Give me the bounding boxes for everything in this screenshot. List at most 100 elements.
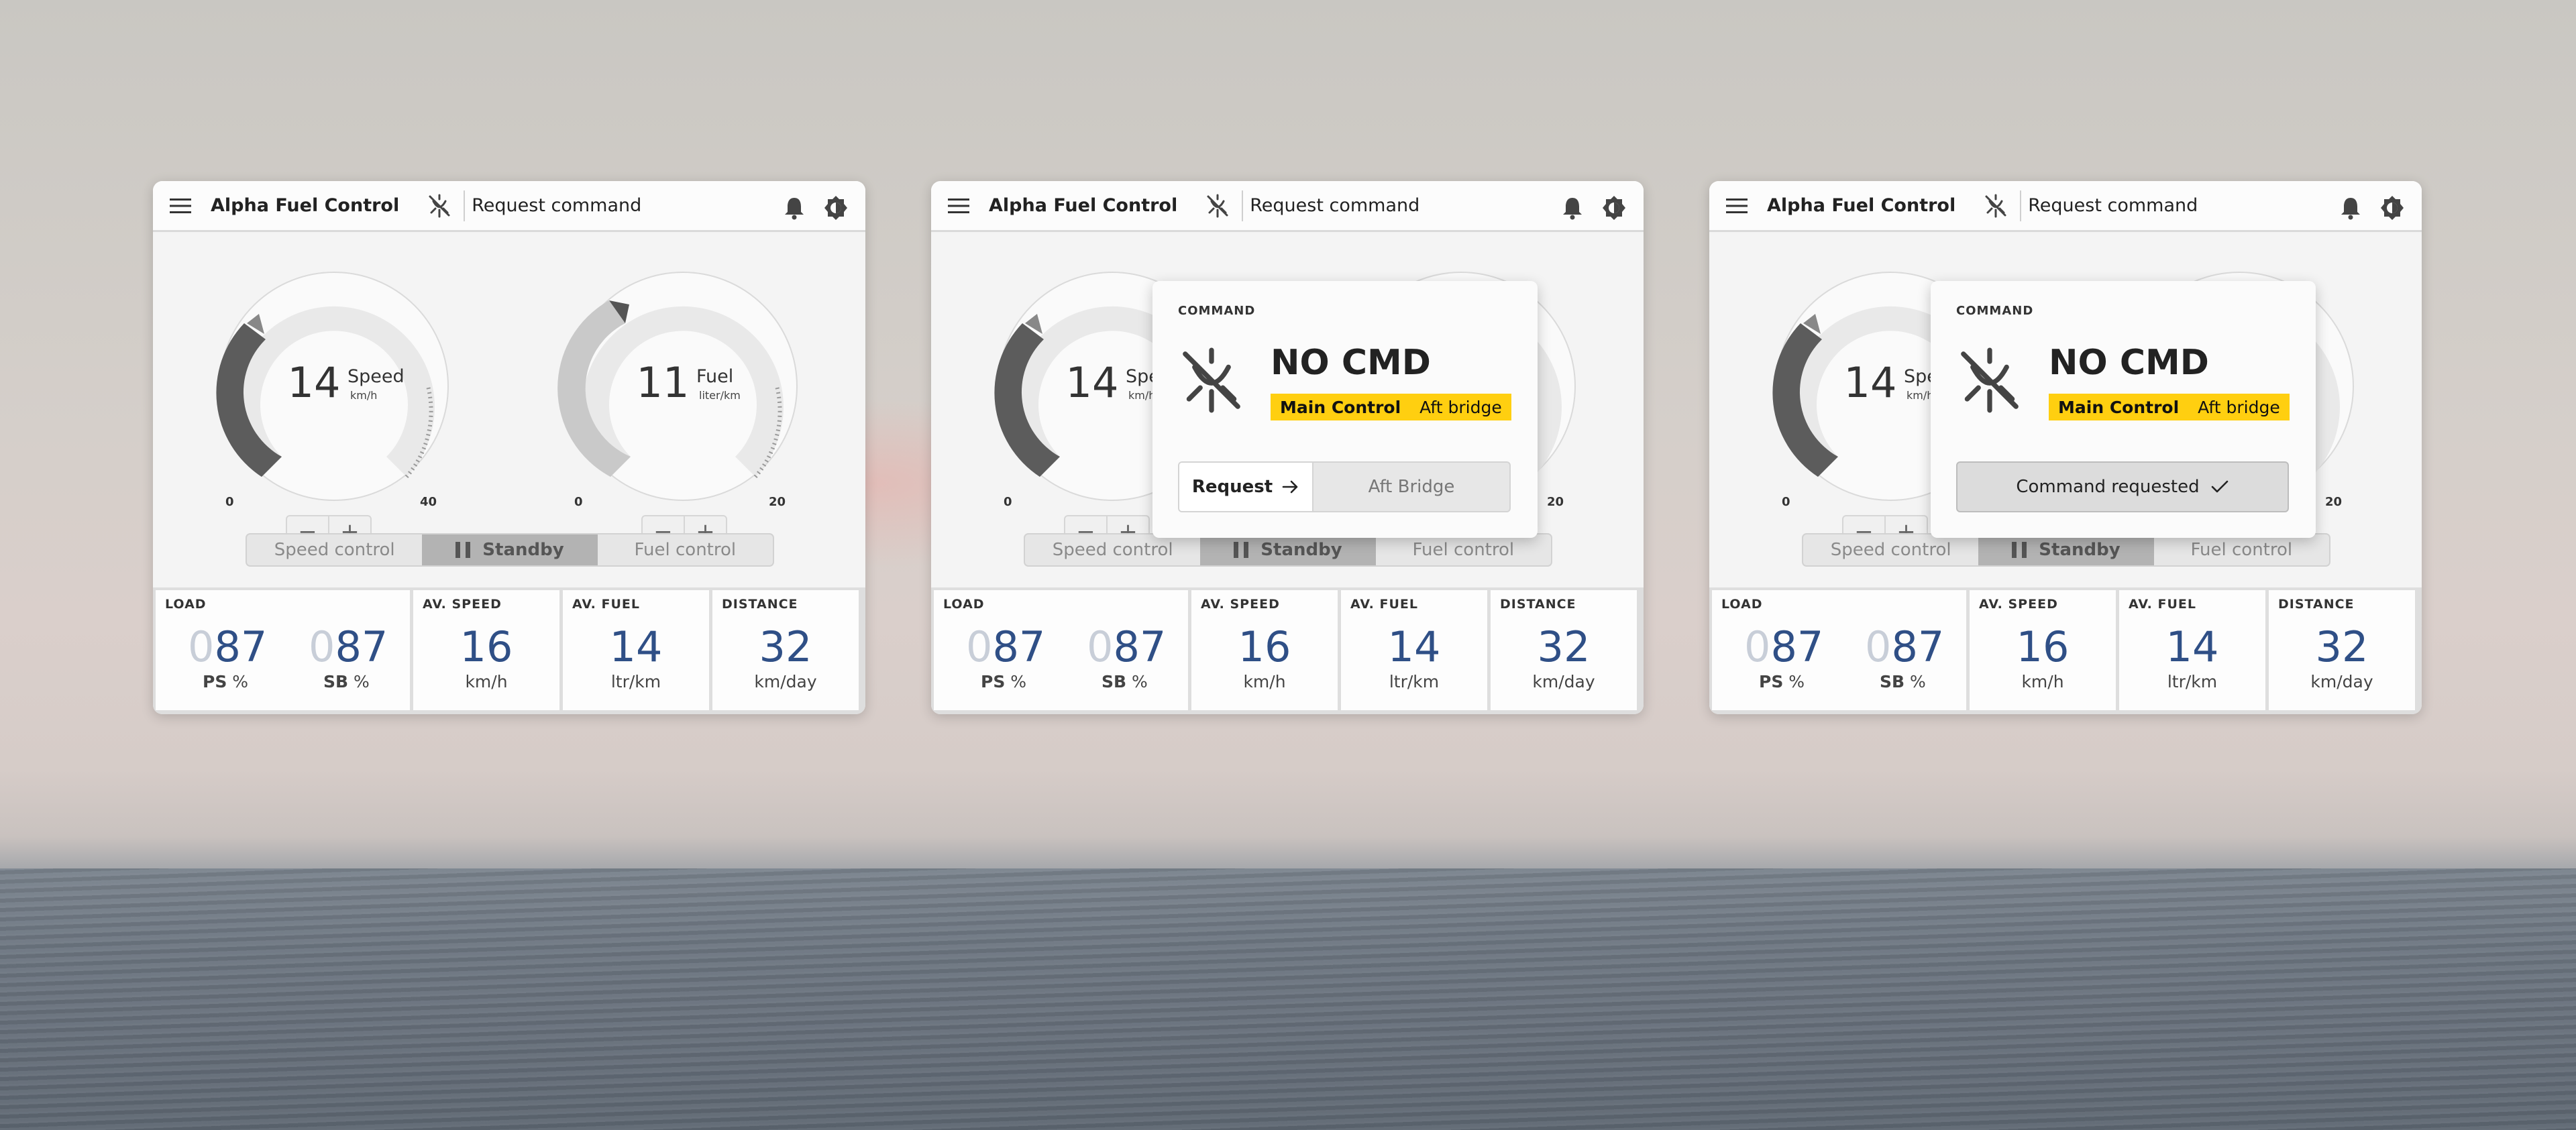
- stat-distance-label: DISTANCE: [2278, 597, 2355, 612]
- stat-av-speed-value: 16: [460, 622, 513, 671]
- request-button[interactable]: Request: [1179, 463, 1313, 511]
- mode-speed-control[interactable]: Speed control: [1803, 534, 1978, 565]
- load-ps-value: 087: [188, 622, 268, 671]
- top-bar: Alpha Fuel Control Request command: [1709, 181, 2422, 232]
- mode-selector: Speed control Standby Fuel control: [1802, 533, 2330, 567]
- mode-standby[interactable]: Standby: [422, 534, 598, 565]
- load-ps-unit: PS %: [981, 672, 1027, 691]
- request-command-link[interactable]: Request command: [472, 195, 641, 216]
- load-ps-unit: PS %: [1759, 672, 1805, 691]
- stat-av-speed-label: AV. SPEED: [1979, 597, 2058, 612]
- tag-location: Aft bridge: [1419, 397, 1502, 417]
- stat-distance-value: 32: [1537, 622, 1591, 671]
- bell-icon[interactable]: [2337, 194, 2364, 221]
- aft-bridge-option[interactable]: Aft Bridge: [1313, 463, 1509, 511]
- speed-label: Speed: [347, 366, 405, 387]
- stat-av-fuel: AV. FUEL 14 ltr/km: [1341, 590, 1487, 710]
- no-command-icon[interactable]: [1201, 190, 1234, 222]
- load-sb-unit: SB %: [1102, 672, 1148, 691]
- stat-distance-value: 32: [2315, 622, 2369, 671]
- stat-load-label: LOAD: [165, 597, 207, 612]
- load-ps-unit: PS %: [203, 672, 249, 691]
- hamburger-menu-icon[interactable]: [943, 190, 974, 221]
- checkmark-icon: [2210, 479, 2229, 494]
- mode-speed-control[interactable]: Speed control: [1025, 534, 1200, 565]
- load-ps-value: 087: [966, 622, 1046, 671]
- stats-row: LOAD 087 PS % 087 SB % AV. SPEED 16 km/h…: [931, 587, 1644, 714]
- bell-icon[interactable]: [781, 194, 808, 221]
- mode-fuel-control[interactable]: Fuel control: [598, 534, 773, 565]
- hamburger-menu-icon[interactable]: [1721, 190, 1752, 221]
- hamburger-menu-icon[interactable]: [165, 190, 196, 221]
- command-popup: COMMAND NO CMD Main Control Aft bridge R…: [1152, 281, 1538, 538]
- control-location-tag: Main Control Aft bridge: [2049, 394, 2290, 420]
- fuel-label: Fuel: [696, 366, 734, 387]
- stat-av-speed-unit: km/h: [1243, 672, 1286, 691]
- stats-row: LOAD 087 PS % 087 SB % AV. SPEED 16 km/h…: [153, 587, 865, 714]
- top-bar: Alpha Fuel Control Request command: [153, 181, 865, 232]
- main-area: 14 Speed km/h 0 − + 20 Speed control Sta…: [1709, 232, 2422, 585]
- mode-standby[interactable]: Standby: [1200, 534, 1376, 565]
- speed-min: 0: [1004, 495, 1012, 509]
- tag-main-control: Main Control: [2058, 397, 2180, 417]
- mode-fuel-control[interactable]: Fuel control: [2154, 534, 2329, 565]
- speed-value: 14: [287, 358, 341, 407]
- stat-av-fuel-label: AV. FUEL: [1350, 597, 1418, 612]
- fuel-value: 11: [636, 358, 690, 407]
- command-requested-label: Command requested: [2016, 477, 2200, 497]
- stat-av-speed-value: 16: [1238, 622, 1291, 671]
- speed-min: 0: [1782, 495, 1790, 509]
- stat-av-speed-unit: km/h: [465, 672, 508, 691]
- stat-load: LOAD 087 PS % 087 SB %: [934, 590, 1188, 710]
- stats-row: LOAD 087 PS % 087 SB % AV. SPEED 16 km/h…: [1709, 587, 2422, 714]
- no-command-icon[interactable]: [423, 190, 455, 222]
- control-panel-request: Alpha Fuel Control Request command 14 Sp…: [931, 181, 1644, 714]
- command-requested-button[interactable]: Command requested: [1956, 461, 2289, 512]
- app-title: Alpha Fuel Control: [1767, 195, 1956, 216]
- request-command-link[interactable]: Request command: [2028, 195, 2198, 216]
- stat-load-label: LOAD: [1721, 597, 1763, 612]
- sea-background: [0, 868, 2576, 1130]
- no-command-icon[interactable]: [1980, 190, 2012, 222]
- stat-distance-label: DISTANCE: [722, 597, 798, 612]
- popup-title: COMMAND: [1956, 304, 2034, 318]
- bell-icon[interactable]: [1559, 194, 1586, 221]
- brightness-icon[interactable]: [821, 193, 851, 223]
- top-bar: Alpha Fuel Control Request command: [931, 181, 1644, 232]
- speed-value: 14: [1065, 358, 1119, 407]
- mode-standby[interactable]: Standby: [1978, 534, 2154, 565]
- pause-icon: [2012, 542, 2027, 558]
- fuel-min: 0: [574, 495, 583, 509]
- fuel-max: 20: [2325, 495, 2343, 509]
- mode-fuel-control[interactable]: Fuel control: [1376, 534, 1551, 565]
- main-area: 14 Speed km/h 0 40 − + 11 Fuel liter/km …: [153, 232, 865, 585]
- load-sb-unit: SB %: [323, 672, 370, 691]
- speed-unit: km/h: [1907, 389, 1934, 402]
- load-ps-value: 087: [1744, 622, 1824, 671]
- request-button-label: Request: [1191, 477, 1273, 497]
- stat-av-fuel-unit: ltr/km: [2167, 672, 2218, 691]
- stat-av-speed: AV. SPEED 16 km/h: [413, 590, 559, 710]
- stat-av-fuel-value: 14: [2165, 622, 2219, 671]
- request-command-link[interactable]: Request command: [1250, 195, 1419, 216]
- load-sb-value: 087: [1087, 622, 1167, 671]
- stat-load: LOAD 087 PS % 087 SB %: [1712, 590, 1966, 710]
- speed-value: 14: [1843, 358, 1897, 407]
- stat-av-fuel-unit: ltr/km: [1389, 672, 1440, 691]
- command-popup: COMMAND NO CMD Main Control Aft bridge C…: [1931, 281, 2316, 538]
- control-panel-default: Alpha Fuel Control Request command 14 Sp…: [153, 181, 865, 714]
- speed-min: 0: [225, 495, 234, 509]
- no-command-large-icon: [1952, 343, 2027, 418]
- speed-unit: km/h: [350, 389, 378, 402]
- mode-speed-control[interactable]: Speed control: [247, 534, 422, 565]
- fuel-gauge: 11 Fuel liter/km 0 20: [555, 259, 810, 514]
- stat-distance-label: DISTANCE: [1500, 597, 1576, 612]
- stat-distance: DISTANCE 32 km/day: [712, 590, 859, 710]
- divider: [464, 190, 466, 221]
- speed-max: 40: [420, 495, 437, 509]
- mode-selector: Speed control Standby Fuel control: [246, 533, 774, 567]
- brightness-icon[interactable]: [2377, 193, 2407, 223]
- stat-distance: DISTANCE 32 km/day: [2269, 590, 2415, 710]
- brightness-icon[interactable]: [1599, 193, 1629, 223]
- stat-av-fuel: AV. FUEL 14 ltr/km: [2119, 590, 2265, 710]
